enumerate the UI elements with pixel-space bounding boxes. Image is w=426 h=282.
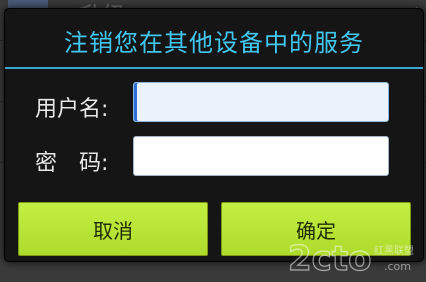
username-label: 用户名: [35, 97, 109, 122]
title-divider [5, 67, 423, 69]
username-input[interactable] [133, 82, 389, 122]
ok-button[interactable]: 确定 [221, 202, 411, 256]
password-label: 密 码: [35, 151, 109, 176]
dialog-title: 注销您在其他设备中的服务 [64, 29, 364, 57]
password-input[interactable] [133, 136, 389, 176]
logout-dialog: 注销您在其他设备中的服务 用户名: 密 码: 取消 确定 [4, 8, 424, 262]
cancel-button[interactable]: 取消 [18, 202, 208, 256]
